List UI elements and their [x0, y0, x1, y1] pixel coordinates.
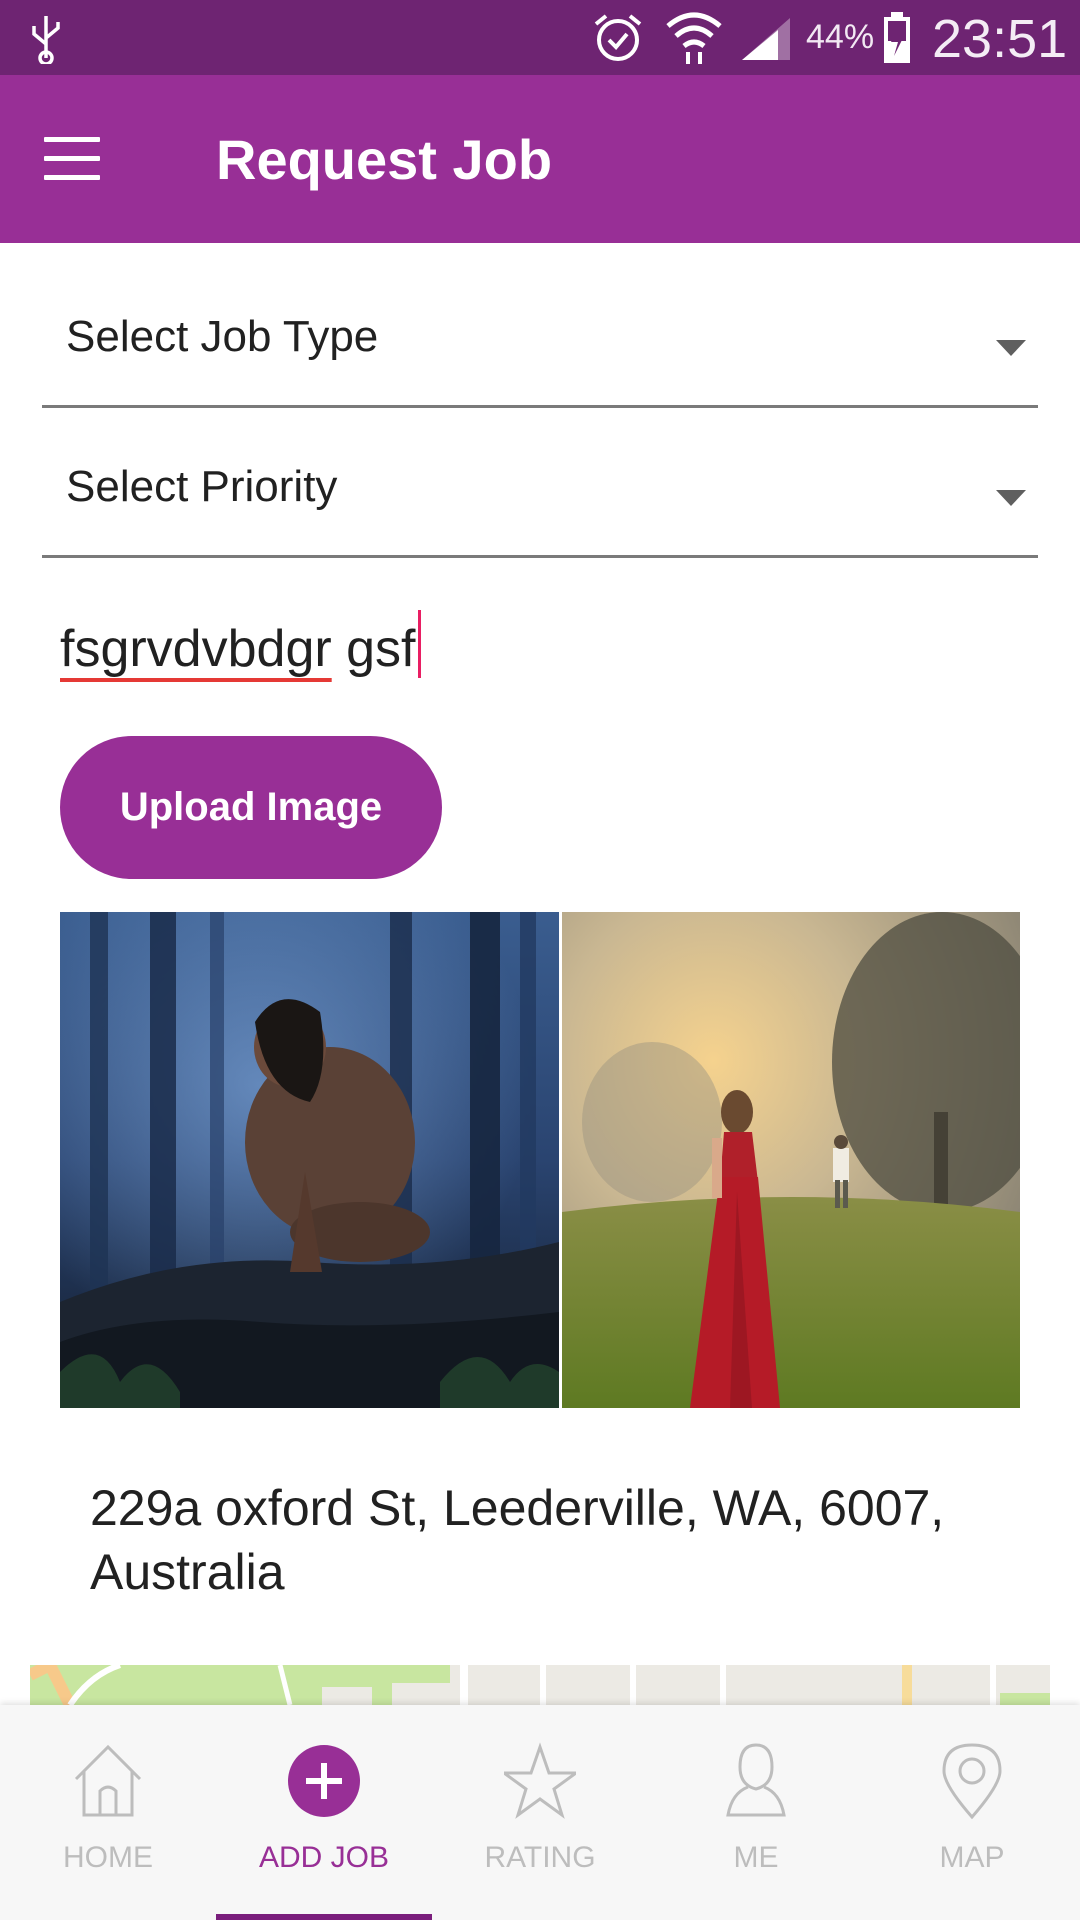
nav-me-label: ME — [733, 1841, 779, 1874]
map-pin-icon — [942, 1743, 1002, 1820]
signal-icon — [742, 18, 790, 60]
map-view[interactable] — [30, 1665, 1050, 1705]
app-bar: Request Job — [0, 75, 1080, 243]
status-bar: 44% 23:51 — [0, 0, 1080, 75]
nav-map-label: MAP — [939, 1841, 1005, 1874]
description-input[interactable]: fsgrvdvbdgr gsf — [60, 610, 960, 680]
bottom-navigation: HOME ADD JOB RATING ME MAP — [0, 1705, 1080, 1920]
description-text: gsf — [331, 620, 416, 678]
nav-map[interactable]: MAP — [864, 1705, 1080, 1920]
priority-label: Select Priority — [66, 462, 338, 511]
job-address: 229a oxford St, Leederville, WA, 6007, A… — [90, 1480, 945, 1600]
alarm-icon — [594, 14, 642, 61]
job-type-label: Select Job Type — [66, 312, 379, 361]
forest-man-photo[interactable] — [60, 912, 559, 1408]
misspelled-word: fsgrvdvbdgr — [60, 620, 332, 678]
dropdown-arrow-icon — [996, 490, 1026, 506]
add-circle-icon — [288, 1745, 360, 1817]
battery-charging-icon — [884, 12, 910, 63]
usb-icon — [32, 16, 60, 64]
nav-home-label: HOME — [63, 1841, 153, 1874]
hamburger-menu-icon[interactable] — [44, 137, 114, 187]
wifi-icon — [666, 12, 722, 64]
nav-rating-label: RATING — [484, 1841, 596, 1874]
nav-home[interactable]: HOME — [0, 1705, 216, 1920]
star-icon — [504, 1742, 576, 1819]
upload-image-button[interactable]: Upload Image — [60, 736, 442, 879]
person-icon — [726, 1743, 786, 1817]
nav-me[interactable]: ME — [648, 1705, 864, 1920]
clock: 23:51 — [932, 9, 1068, 69]
home-icon — [74, 1744, 142, 1817]
page-title: Request Job — [216, 128, 553, 191]
nav-rating[interactable]: RATING — [432, 1705, 648, 1920]
job-type-dropdown[interactable]: Select Job Type — [42, 288, 1038, 408]
priority-dropdown[interactable]: Select Priority — [42, 438, 1038, 558]
nav-add-job-label: ADD JOB — [258, 1841, 390, 1874]
active-tab-indicator — [216, 1914, 432, 1920]
text-cursor — [417, 610, 421, 678]
battery-percent: 44% — [806, 18, 875, 56]
woman-red-dress-foggy-field-photo[interactable] — [562, 912, 1020, 1408]
dropdown-arrow-icon — [996, 340, 1026, 356]
nav-add-job[interactable]: ADD JOB — [216, 1705, 432, 1920]
